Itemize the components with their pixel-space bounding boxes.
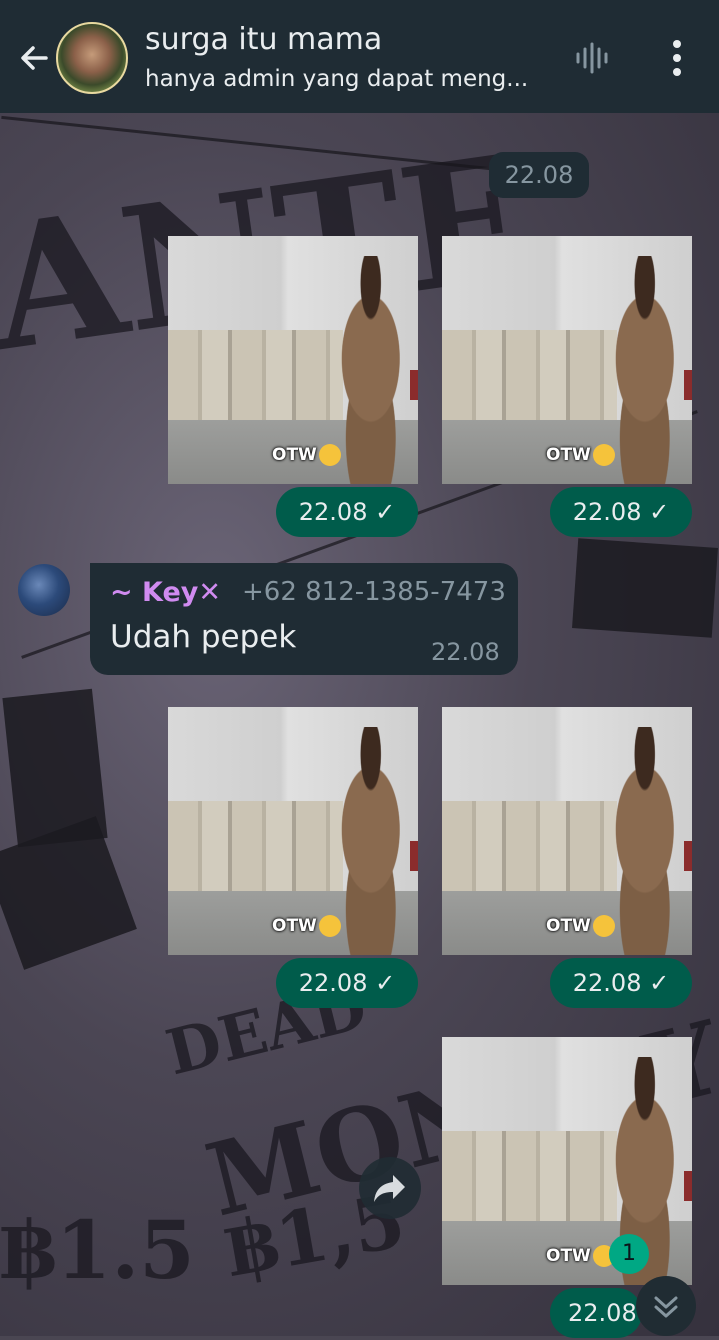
sender-name[interactable]: ~ Key✕	[110, 577, 221, 608]
image-message[interactable]: OTW	[168, 236, 418, 484]
image-message[interactable]: OTW	[168, 707, 418, 955]
double-chevron-down-icon	[654, 1296, 678, 1318]
caption-text: OTW	[272, 916, 317, 936]
sent-check-icon: ✓	[375, 498, 396, 526]
sender-phone: +62 812-1385-7473	[242, 577, 506, 607]
message-text: Udah pepek	[110, 619, 297, 655]
outgoing-time-bubble: 22.08 ✓	[550, 487, 692, 537]
more-options-icon[interactable]	[660, 36, 694, 80]
group-avatar[interactable]	[56, 22, 128, 94]
caption-text: OTW	[546, 445, 591, 465]
laughing-emoji-icon	[318, 444, 341, 466]
laughing-emoji-icon	[592, 444, 615, 466]
chat-header: surga itu mama hanya admin yang dapat me…	[0, 0, 719, 113]
image-caption: OTW	[546, 444, 615, 466]
image-message[interactable]: OTW	[442, 1037, 692, 1285]
image-message[interactable]: OTW	[442, 707, 692, 955]
message-time: 22.08	[298, 498, 368, 526]
voice-chat-icon[interactable]	[574, 40, 610, 76]
message-time: 22.08	[568, 1299, 637, 1327]
chat-subtitle[interactable]: hanya admin yang dapat meng...	[145, 66, 555, 92]
message-time: 22.08	[431, 638, 500, 666]
forward-button[interactable]	[359, 1157, 421, 1219]
laughing-emoji-icon	[592, 915, 615, 937]
image-caption: OTW	[272, 915, 341, 937]
chat-title[interactable]: surga itu mama	[145, 22, 382, 57]
sent-check-icon: ✓	[375, 969, 396, 997]
caption-text: OTW	[272, 445, 317, 465]
laughing-emoji-icon	[318, 915, 341, 937]
message-time: 22.08	[572, 498, 642, 526]
scroll-to-bottom-button[interactable]	[636, 1276, 696, 1336]
sender-avatar[interactable]	[18, 564, 70, 616]
image-message[interactable]: OTW	[442, 236, 692, 484]
sent-check-icon: ✓	[649, 969, 670, 997]
incoming-message[interactable]: ~ Key✕ +62 812-1385-7473 Udah pepek 22.0…	[90, 563, 518, 675]
image-caption: OTW	[546, 915, 615, 937]
message-time: 22.08	[572, 969, 642, 997]
outgoing-time-bubble: 22.08 ✓	[276, 958, 418, 1008]
message-time: 22.08	[298, 969, 368, 997]
time-pill: 22.08	[489, 152, 589, 198]
unread-count-badge[interactable]: 1	[609, 1234, 649, 1274]
sent-check-icon: ✓	[649, 498, 670, 526]
wallpaper-text: ฿1.5	[0, 1203, 195, 1297]
forward-arrow-icon	[374, 1175, 405, 1202]
outgoing-time-bubble: 22.08	[550, 1288, 642, 1338]
wallpaper-block	[572, 538, 718, 638]
caption-text: OTW	[546, 1246, 591, 1266]
outgoing-time-bubble: 22.08 ✓	[550, 958, 692, 1008]
caption-text: OTW	[546, 916, 591, 936]
back-arrow-icon[interactable]	[14, 38, 54, 78]
outgoing-time-bubble: 22.08 ✓	[276, 487, 418, 537]
image-caption: OTW	[546, 1245, 615, 1267]
image-caption: OTW	[272, 444, 341, 466]
